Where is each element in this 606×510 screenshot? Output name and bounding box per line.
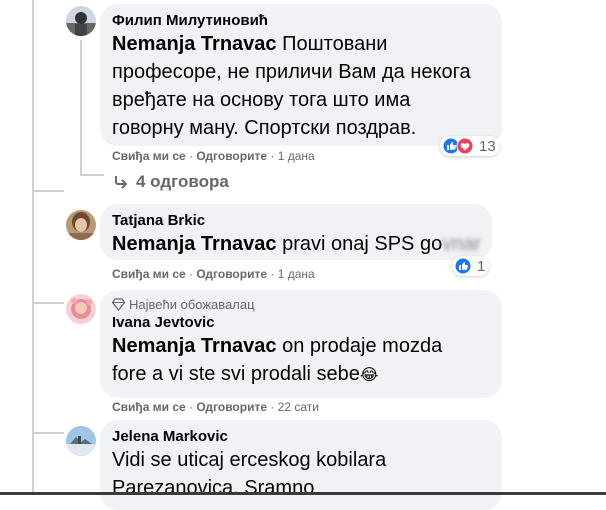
timestamp[interactable]: 1 дана [278,149,315,163]
comment-actions: Свиђа ми се · Одговорите · 1 дана [112,149,315,163]
reply-button[interactable]: Одговорите [196,149,267,163]
reaction-summary[interactable]: 1 [452,256,490,276]
mention-link[interactable]: Nemanja Trnavac [112,335,277,357]
mention-link[interactable]: Nemanja Trnavac [112,233,277,255]
reply-thread-line [80,40,82,176]
comment-actions: Свиђа ми се · Одговорите · 22 сати [112,400,320,414]
comment-bubble: Филип Милутиновић Nemanja Trnavac Поштов… [100,4,502,146]
comment-author[interactable]: Tatjana Brkic [112,211,480,230]
comment-text: Nemanja Trnavac on prodaje mozda fore a … [112,335,443,385]
timestamp[interactable]: 22 сати [278,400,319,414]
like-button[interactable]: Свиђа ми се [112,267,186,281]
like-button[interactable]: Свиђа ми се [112,149,186,163]
thread-line [32,190,64,192]
like-button[interactable]: Свиђа ми се [112,400,186,414]
reaction-count: 1 [477,257,486,275]
view-replies-link[interactable]: 4 одговора [114,172,229,192]
like-reaction-icon [454,257,472,275]
thread-line [32,432,64,434]
comment-author[interactable]: Ivana Jevtovic [112,313,490,332]
avatar[interactable] [66,294,96,324]
comment-text: Nemanja Trnavac pravi onaj SPS govnar [112,233,482,255]
comment-text: Nemanja Trnavac Поштовани професоре, не … [112,33,471,139]
reply-button[interactable]: Одговорите [196,400,267,414]
comment-actions: Свиђа ми се · Одговорите · 1 дана [112,267,315,281]
diamond-icon [112,298,125,311]
comment-bubble: Tatjana Brkic Nemanja Trnavac pravi onaj… [100,204,492,260]
comment-bubble: Највећи обожавалац Ivana Jevtovic Nemanj… [100,290,502,398]
comment-author[interactable]: Филип Милутиновић [112,11,490,30]
timestamp[interactable]: 1 дана [278,267,315,281]
love-reaction-icon [456,137,474,155]
thread-line [32,0,34,495]
laughing-emoji-icon: 😂 [359,367,379,384]
comment-bubble: Jelena Markovic Vidi se uticaj erceskog … [100,420,502,510]
mention-link[interactable]: Nemanja Trnavac [112,33,277,55]
comment-author[interactable]: Jelena Markovic [112,427,490,446]
reaction-summary[interactable]: 13 [440,136,500,156]
reply-thread-line [80,174,104,176]
top-fan-badge: Највећи обожавалац [112,296,490,313]
avatar[interactable] [66,210,96,240]
avatar[interactable] [66,426,96,456]
reply-arrow-icon [115,176,128,189]
reply-button[interactable]: Одговорите [196,267,267,281]
reaction-count: 13 [479,137,496,155]
thread-line [32,302,64,304]
avatar[interactable] [66,6,96,36]
